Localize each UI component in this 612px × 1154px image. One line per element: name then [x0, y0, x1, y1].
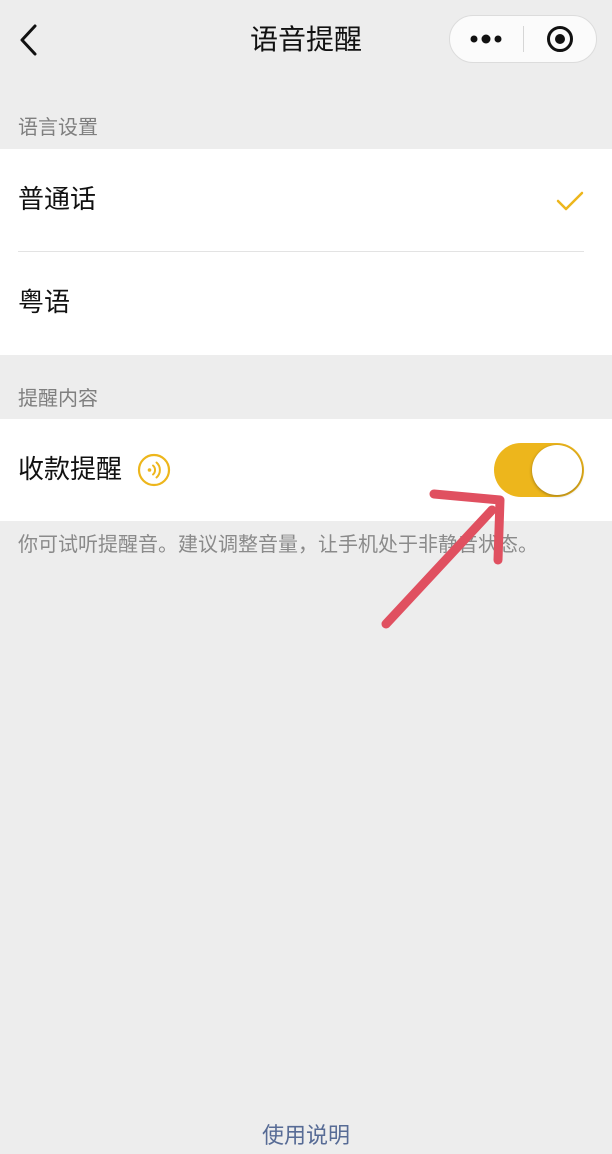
toggle-knob — [532, 445, 582, 495]
navigation-bar: 语音提醒 — [0, 0, 612, 80]
payment-reminder-toggle[interactable] — [494, 443, 584, 497]
language-option-label: 粤语 — [18, 288, 71, 318]
more-button[interactable] — [450, 16, 523, 62]
menu-capsule — [449, 15, 597, 63]
close-button[interactable] — [524, 16, 597, 62]
target-circle-icon — [546, 26, 573, 52]
speaker-wave-icon[interactable] — [137, 453, 171, 487]
more-dots-icon — [470, 34, 502, 44]
hint-text: 你可试听提醒音。建议调整音量，让手机处于非静音状态。 — [18, 532, 538, 556]
language-options-group: 普通话 粤语 — [0, 149, 612, 355]
language-option-cantonese[interactable]: 粤语 — [0, 252, 612, 355]
payment-reminder-label: 收款提醒 — [18, 455, 123, 485]
language-section-label: 语言设置 — [18, 115, 98, 139]
language-option-label: 普通话 — [18, 185, 97, 215]
content-section-label: 提醒内容 — [18, 386, 98, 410]
language-option-mandarin[interactable]: 普通话 — [0, 149, 612, 252]
checkmark-icon — [556, 191, 584, 211]
help-link[interactable]: 使用说明 — [0, 1120, 612, 1154]
